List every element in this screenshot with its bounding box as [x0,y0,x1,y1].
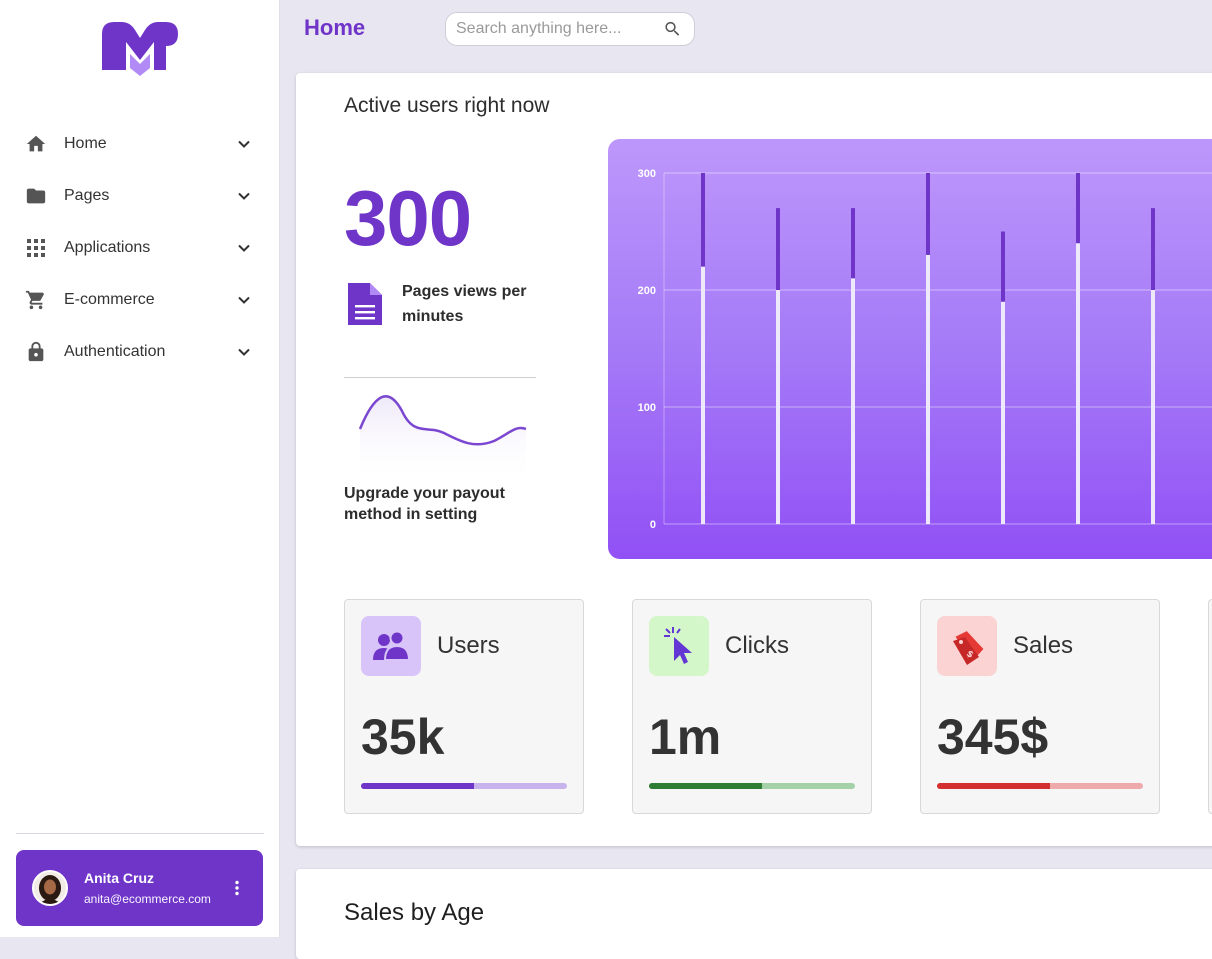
y-tick-label: 300 [638,168,656,180]
search-icon[interactable] [663,18,682,40]
bar-base[interactable] [1001,301,1005,524]
stat-label: Sales [1013,632,1074,659]
document-icon [346,281,384,327]
sidebar: Home Pages Applications E-commerce Authe… [0,0,280,937]
stat-value: 35k [361,709,445,765]
card-title: Active users right now [344,94,550,117]
stat-value: 345$ [937,709,1049,765]
m-logo-icon[interactable] [100,20,180,78]
users-icon [361,616,421,676]
chevron-down-icon [238,244,250,252]
bar-top[interactable] [701,173,705,267]
active-users-chart: 300 200 100 0 [608,139,1212,559]
sale-tag-icon: $ [937,616,997,676]
chevron-down-icon [238,140,250,148]
page-title: Home [304,15,366,40]
user-info: Anita Cruz anita@ecommerce.com [84,870,227,906]
sidebar-nav: Home Pages Applications E-commerce Authe… [0,118,280,378]
sidebar-item-label: E-commerce [64,291,155,308]
stat-card-sales[interactable]: $ Sales 345$ [920,599,1160,814]
bar-top[interactable] [1151,208,1155,290]
stat-label: Clicks [725,632,789,659]
sidebar-item-applications[interactable]: Applications [0,222,280,274]
sidebar-item-label: Authentication [64,343,166,360]
bar-base[interactable] [701,266,705,524]
stat-progress-bar [937,783,1143,789]
sidebar-item-label: Pages [64,187,110,204]
sidebar-item-label: Applications [64,239,151,256]
chevron-down-icon [238,348,250,356]
stat-progress-fill [937,783,1051,789]
bar-base[interactable] [776,290,780,524]
stat-card-users[interactable]: Users 35k [344,599,584,814]
stat-progress-bar [361,783,567,789]
active-users-card: Active users right now 300 Pages views p… [296,73,1212,846]
user-name: Anita Cruz [84,870,154,886]
card-title: Sales by Age [344,899,485,926]
sidebar-item-pages[interactable]: Pages [0,170,280,222]
bar-top[interactable] [851,208,855,279]
folder-icon [24,184,48,208]
sidebar-item-authentication[interactable]: Authentication [0,326,280,378]
chevron-down-icon [238,296,250,304]
stat-progress-fill [649,783,763,789]
y-tick-label: 200 [638,285,656,297]
bar-base[interactable] [1076,243,1080,524]
bar-top[interactable] [1001,231,1005,302]
stat-label: Users [437,632,500,659]
grid-icon [24,236,48,260]
home-icon [24,132,48,156]
divider [344,377,536,378]
bar-base[interactable] [851,278,855,524]
cart-icon [24,288,48,312]
search-input[interactable] [456,20,663,38]
avatar[interactable] [32,870,68,906]
sales-by-age-card: Sales by Age [296,869,1212,959]
bar-top[interactable] [926,173,930,255]
sidebar-item-ecommerce[interactable]: E-commerce [0,274,280,326]
user-email: anita@ecommerce.com [84,892,211,906]
cursor-click-icon [649,616,709,676]
stat-card-partial[interactable] [1208,599,1212,814]
bar-top[interactable] [776,208,780,290]
bar-base[interactable] [926,254,930,524]
sidebar-item-label: Home [64,135,107,152]
payout-message: Upgrade your payout method in setting [344,485,505,523]
stat-progress-fill [361,783,475,789]
active-users-count: 300 [344,174,472,262]
user-profile-card[interactable]: Anita Cruz anita@ecommerce.com [16,850,263,926]
lock-icon [24,340,48,364]
bar-base[interactable] [1151,290,1155,524]
bar-chart-svg: 300 200 100 0 [638,168,1212,531]
y-tick-label: 0 [650,519,656,531]
pages-views-label: Pages views per minutes [402,283,527,325]
stat-card-clicks[interactable]: Clicks 1m [632,599,872,814]
chevron-down-icon [238,192,250,200]
search-bar[interactable] [445,12,695,46]
y-tick-label: 100 [638,402,656,414]
sparkline-chart [344,385,554,495]
more-vertical-icon[interactable] [227,878,247,898]
bar-top[interactable] [1076,173,1080,244]
stat-progress-bar [649,783,855,789]
sidebar-divider [16,833,264,834]
stat-value: 1m [649,709,722,765]
sidebar-item-home[interactable]: Home [0,118,280,170]
